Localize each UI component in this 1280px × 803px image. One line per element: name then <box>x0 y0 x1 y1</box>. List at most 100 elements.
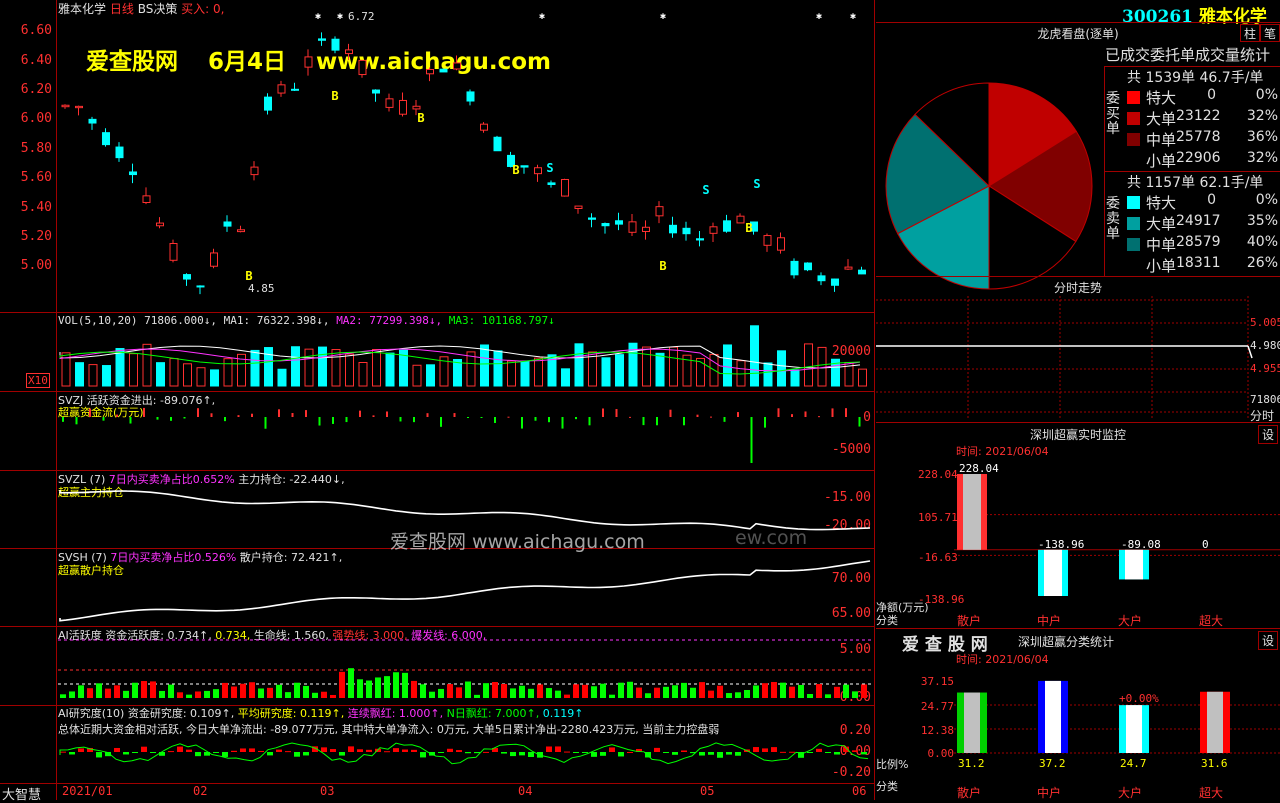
sell-side-label: 委卖单 <box>1106 196 1120 242</box>
ratio-bar-highlight <box>1045 680 1061 753</box>
research-bar <box>213 752 219 753</box>
volume-bar <box>804 343 813 387</box>
legend-count: 25778 <box>1176 129 1221 145</box>
research-bar <box>231 750 237 752</box>
star-marker: ✱ <box>816 11 822 22</box>
candle-body <box>331 38 340 51</box>
volume-chart <box>59 325 867 387</box>
volume-bar <box>655 352 665 387</box>
volume-bar <box>318 346 327 387</box>
activity-bar <box>492 682 498 698</box>
candle-body <box>453 62 461 70</box>
research-line <box>59 742 869 765</box>
buy-marker: B <box>417 111 424 125</box>
candle-body <box>102 132 110 146</box>
net-bar-highlight <box>1044 549 1062 596</box>
activity-bar <box>276 684 282 698</box>
research-bar <box>141 746 147 752</box>
research-bar <box>366 749 372 752</box>
flow-bar <box>318 417 321 426</box>
volume-bar <box>642 346 651 387</box>
candle-body <box>493 136 502 152</box>
candle-body <box>763 235 772 246</box>
activity-bar <box>168 684 174 698</box>
flow-bar <box>818 416 820 418</box>
legend-swatch <box>1127 91 1140 104</box>
candlestick-chart[interactable]: ✱ ✱ ✱ ✱ ✱ ✱ B B B B B B S S S <box>0 0 875 312</box>
flow-bar <box>777 408 780 417</box>
activity-bar <box>663 686 669 698</box>
sell-marker: S <box>702 183 709 197</box>
research-bar <box>177 746 183 752</box>
volume-bar <box>763 362 773 387</box>
flow-bar <box>723 417 726 422</box>
research-bar <box>465 752 471 754</box>
divider <box>0 783 875 784</box>
legend-swatch <box>1127 112 1140 125</box>
research-bar <box>411 749 417 752</box>
flow-bar <box>453 413 456 417</box>
volume-bar <box>507 360 516 387</box>
volume-bar <box>142 343 152 387</box>
volume-bar <box>372 348 381 387</box>
research-bar <box>780 751 786 753</box>
activity-bar <box>240 683 246 698</box>
activity-bar <box>150 681 156 698</box>
candle-body <box>547 182 556 185</box>
flow-bar <box>548 417 550 423</box>
activity-bar <box>726 693 732 698</box>
month-label: 2021/01 <box>62 784 113 798</box>
research-bar <box>654 747 660 752</box>
research-bar <box>663 752 669 753</box>
research-bar <box>222 752 228 757</box>
legend-label: 中单 <box>1146 131 1177 149</box>
candle-body <box>723 220 731 232</box>
research-bar <box>618 752 624 757</box>
star-marker: ✱ <box>539 11 545 22</box>
divider <box>876 628 1280 629</box>
divider <box>876 22 1280 23</box>
candle-body <box>210 252 218 267</box>
activity-bar <box>303 685 309 698</box>
activity-bar <box>510 688 516 698</box>
net-bar-highlight <box>1125 549 1143 580</box>
candle-body <box>237 229 245 233</box>
candle-body <box>250 166 259 176</box>
bar-view-button[interactable]: 柱 <box>1240 24 1260 42</box>
flow-bar <box>143 407 145 417</box>
candle-body <box>412 105 421 110</box>
legend-label: 特大 <box>1146 89 1177 107</box>
activity-bar <box>771 681 777 698</box>
research-bar <box>582 752 588 753</box>
candle-body <box>615 220 623 225</box>
buy-marker: B <box>245 269 252 283</box>
flow-bar <box>480 417 483 418</box>
classify-settings-button[interactable]: 设 <box>1258 631 1278 650</box>
flow-bar <box>575 417 577 420</box>
low-label: 4.85 <box>248 282 275 295</box>
research-bar <box>501 752 507 754</box>
monitor-cat: 散户 <box>957 614 982 628</box>
activity-bar <box>798 684 804 698</box>
activity-bar <box>483 683 489 698</box>
volume-bar <box>129 353 138 387</box>
intraday-chart <box>876 296 1253 420</box>
flow-bar <box>332 417 334 424</box>
research-bar <box>753 747 759 752</box>
flow-bar <box>750 417 753 463</box>
activity-bar <box>447 684 453 698</box>
order-view-button[interactable]: 笔 <box>1260 24 1280 42</box>
month-label: 03 <box>320 784 335 798</box>
activity-bar <box>393 672 399 698</box>
candle-body <box>642 226 650 232</box>
research-bar <box>384 751 390 753</box>
bar-value: 24.7 <box>1120 757 1147 770</box>
activity-bar <box>654 687 660 698</box>
high-label: 6.72 <box>348 10 375 23</box>
ratio-bar-highlight <box>964 692 980 753</box>
classify-cat: 散户 <box>957 786 982 800</box>
activity-bar <box>60 694 66 698</box>
candle-body <box>844 266 853 270</box>
flow-bar <box>278 409 280 417</box>
activity-bar <box>105 688 111 698</box>
